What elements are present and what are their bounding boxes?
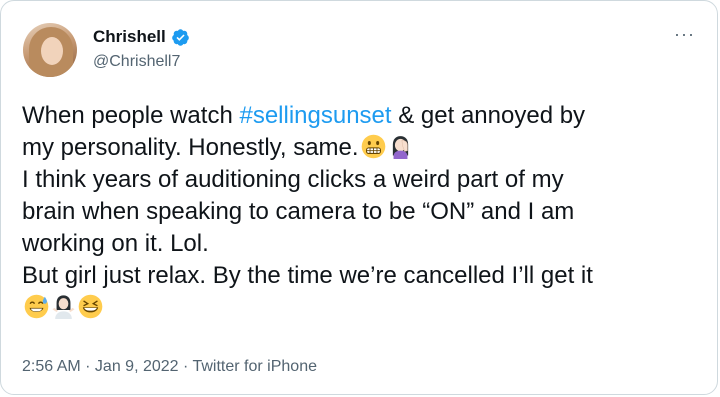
tweet-source[interactable]: Twitter for iPhone: [192, 358, 317, 375]
tweet-card[interactable]: Chrishell @Chrishell7 ··· When people wa…: [0, 0, 718, 395]
hashtag-link[interactable]: #sellingsunset: [239, 102, 391, 129]
author-name[interactable]: Chrishell: [93, 27, 166, 47]
more-dots-icon[interactable]: ···: [674, 25, 695, 43]
tweet-date[interactable]: Jan 9, 2022: [95, 358, 179, 375]
avatar-face: [41, 37, 63, 65]
meta-separator: ·: [80, 358, 95, 375]
woman-shrugging-emoji: [52, 295, 75, 319]
tweet-text-part3: I think years of auditioning clicks a we…: [22, 166, 593, 289]
tweet-time[interactable]: 2:56 AM: [22, 358, 81, 375]
meta-separator: ·: [178, 358, 193, 375]
grimacing-face-emoji: [361, 134, 385, 159]
tweet-text: When people watch #sellingsunset & get a…: [22, 100, 707, 324]
author-handle[interactable]: @Chrishell7: [93, 53, 180, 71]
author-name-row: Chrishell: [93, 27, 190, 47]
verified-badge-icon: [171, 28, 189, 46]
woman-facepalming-emoji: [392, 136, 408, 159]
tweet-meta: 2:56 AM · Jan 9, 2022 · Twitter for iPho…: [22, 358, 317, 376]
tweet-text-part1: When people watch: [22, 102, 240, 129]
laughing-face-emoji: [78, 294, 103, 319]
sweat-smile-emoji: [24, 294, 49, 319]
avatar[interactable]: [23, 23, 77, 77]
